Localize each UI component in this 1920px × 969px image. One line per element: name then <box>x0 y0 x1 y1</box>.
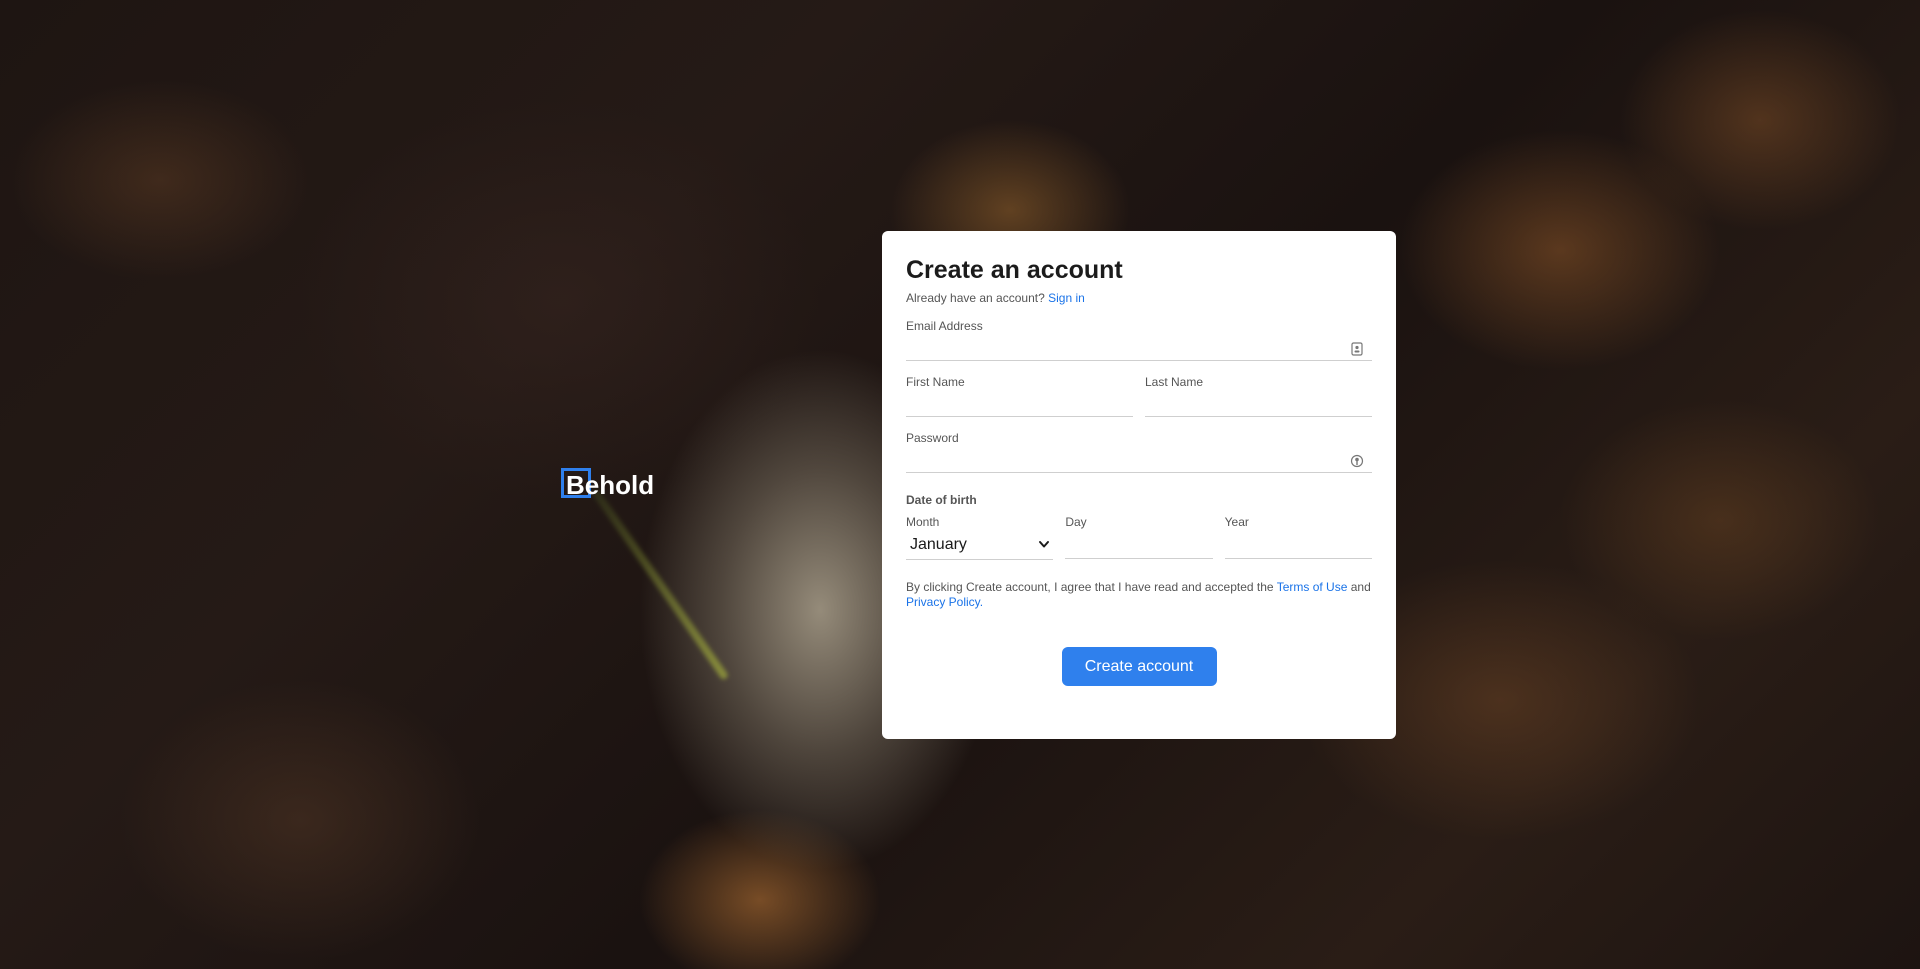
contact-card-icon[interactable] <box>1350 342 1364 356</box>
email-label: Email Address <box>906 319 983 333</box>
password-field[interactable] <box>906 449 1372 473</box>
month-selected-value: January <box>910 536 967 553</box>
year-field[interactable] <box>1224 533 1372 559</box>
day-field[interactable] <box>1065 533 1213 559</box>
key-icon[interactable] <box>1350 454 1364 468</box>
month-label: Month <box>906 515 940 529</box>
terms-and: and <box>1350 580 1371 594</box>
password-field-group: Password <box>906 431 1372 473</box>
terms-suffix: . <box>979 595 984 609</box>
signin-prompt: Already have an account? <box>906 291 1045 305</box>
brand-logo: Behold <box>561 468 654 502</box>
signup-card: Create an account Already have an accoun… <box>882 231 1396 739</box>
first-name-group: First Name <box>906 375 1133 417</box>
terms-of-use-link[interactable]: Terms of Use <box>1277 580 1348 594</box>
first-name-field[interactable] <box>906 393 1133 417</box>
day-group: Day <box>1065 515 1213 560</box>
email-field-group: Email Address <box>906 319 1372 361</box>
name-row: First Name Last Name <box>906 361 1372 417</box>
submit-row: Create account <box>906 647 1372 686</box>
terms-prefix: By clicking Create account, I agree that… <box>906 580 1274 594</box>
signin-row: Already have an account? Sign in <box>906 291 1372 305</box>
signin-link[interactable]: Sign in <box>1048 291 1085 305</box>
create-account-button[interactable]: Create account <box>1061 647 1217 686</box>
month-group: Month January <box>906 515 1054 560</box>
dob-row: Month January Day Year <box>906 515 1372 560</box>
month-select[interactable]: January <box>906 533 1054 560</box>
year-group: Year <box>1224 515 1372 560</box>
year-label: Year <box>1224 515 1249 529</box>
page-title: Create an account <box>906 256 1123 284</box>
first-name-label: First Name <box>906 375 965 389</box>
chevron-down-icon <box>1039 541 1050 548</box>
password-label: Password <box>906 431 959 445</box>
brand-name: Behold <box>566 470 655 500</box>
last-name-group: Last Name <box>1145 375 1372 417</box>
day-label: Day <box>1065 515 1087 529</box>
last-name-field[interactable] <box>1145 393 1372 417</box>
privacy-policy-link[interactable]: Privacy Policy <box>906 595 980 609</box>
terms-text: By clicking Create account, I agree that… <box>906 580 1372 610</box>
email-field[interactable] <box>906 337 1372 361</box>
dob-heading: Date of birth <box>906 493 977 507</box>
last-name-label: Last Name <box>1145 375 1204 389</box>
